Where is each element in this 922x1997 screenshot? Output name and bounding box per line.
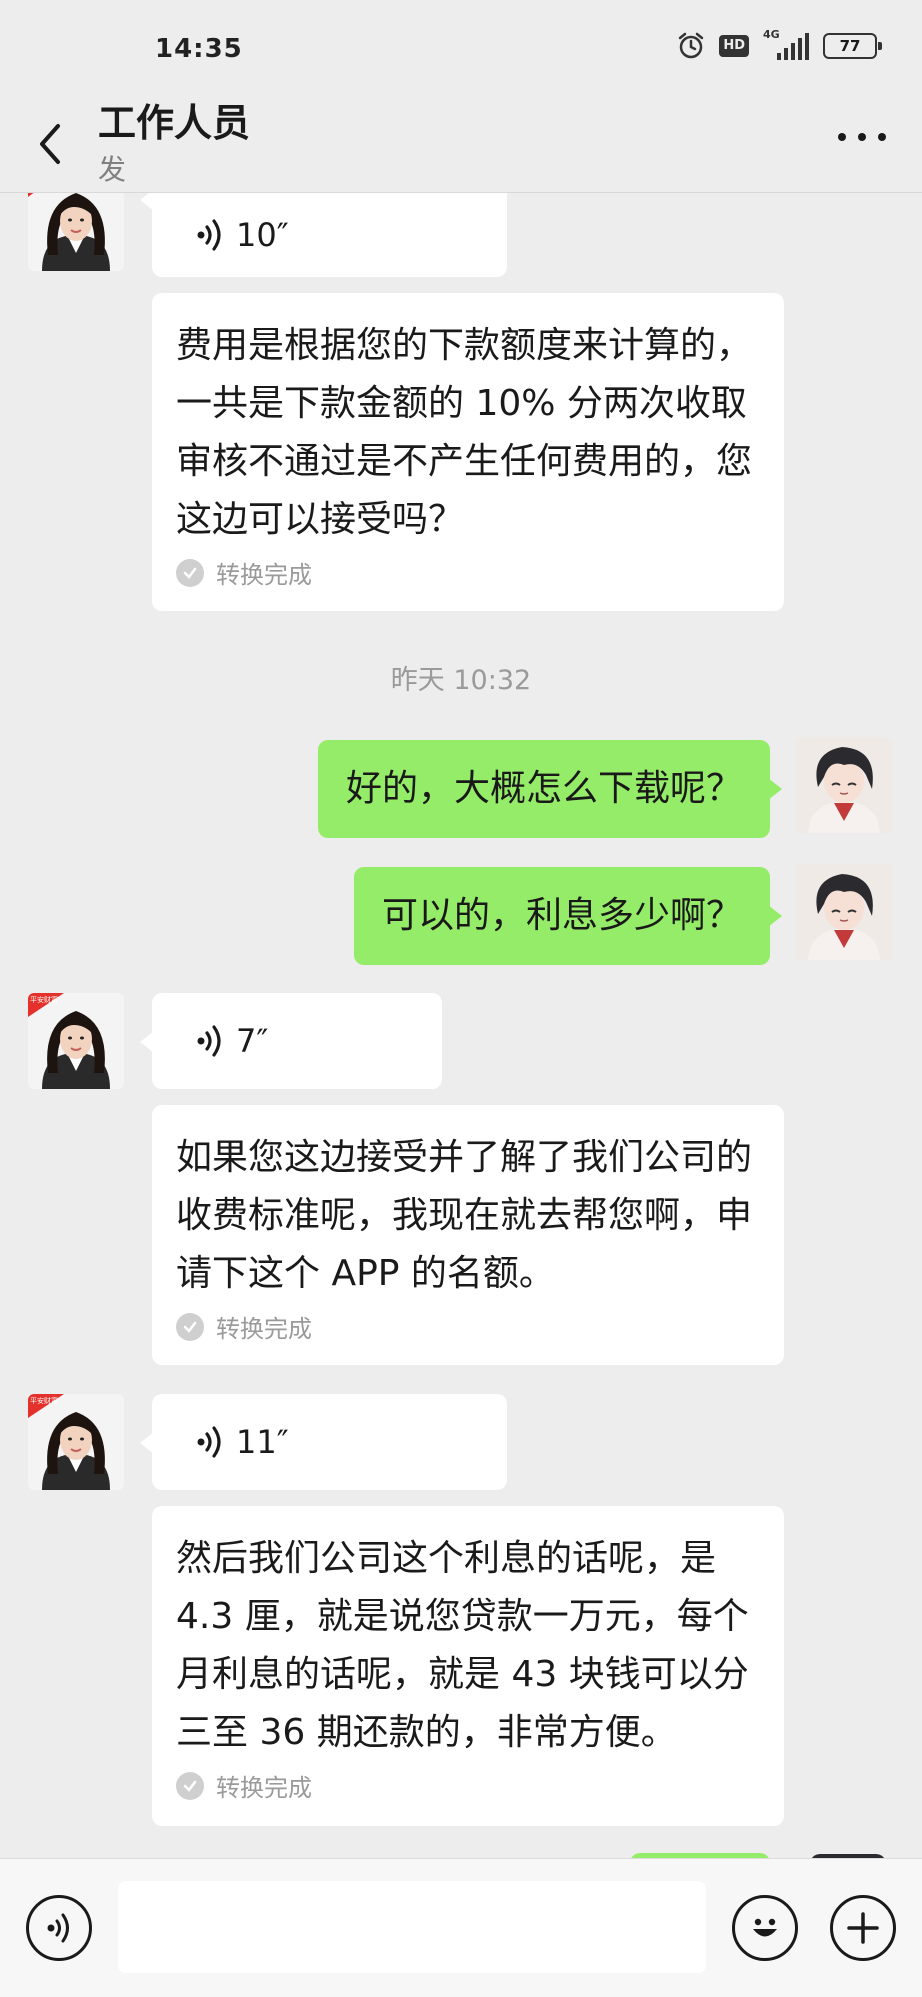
voice-wave-icon [197,219,221,251]
transcript-text: 如果您这边接受并了解了我们公司的收费标准呢，我现在就去帮您啊，申请下这个 APP… [176,1137,753,1294]
avatar[interactable]: 平安财富 [28,1394,124,1490]
transcript-status: 转换完成 [176,1309,760,1344]
voice-transcript[interactable]: 费用是根据您的下款额度来计算的，一共是下款金额的 10% 分两次收取审核不通过是… [152,293,784,611]
status-icons: HD 4G 77 [677,28,882,60]
chat-header: 工作人员 发 [0,90,922,195]
transcript-text: 费用是根据您的下款额度来计算的，一共是下款金额的 10% 分两次收取审核不通过是… [176,325,753,540]
signal-icon: 4G [763,28,809,60]
chat-subtitle: 发 [98,153,127,186]
avatar[interactable] [28,193,124,271]
avatar[interactable]: 平安财富 [28,993,124,1089]
outgoing-message[interactable]: 可以的，利息多少啊？ [353,867,783,965]
avatar-badge: 平安财富 [30,995,58,1004]
status-time: 14:35 [155,34,243,64]
plus-icon [847,1912,879,1944]
voice-message[interactable]: 7″ [140,993,442,1089]
transcript-status-label: 转换完成 [216,1315,312,1343]
voice-message[interactable]: 10″ [140,193,507,277]
alarm-icon [679,32,704,59]
check-icon [176,558,204,587]
input-bar [0,1858,922,1997]
network-label: 4G [763,28,780,41]
message-input[interactable] [118,1881,706,1973]
back-icon[interactable] [30,114,70,174]
voice-transcript[interactable]: 然后我们公司这个利息的话呢，是 4.3 厘，就是说您贷款一万元，每个月利息的话呢… [152,1506,784,1826]
chat-title: 工作人员 [98,101,251,145]
outgoing-message[interactable]: 好的，大概怎么下载呢？ [317,740,783,838]
emoji-button[interactable] [732,1895,798,1961]
battery-level: 77 [839,37,861,55]
status-bar: 14:35 HD 4G 77 [0,0,922,90]
voice-message[interactable]: 11″ [140,1394,507,1490]
check-icon [176,1312,204,1341]
more-icon[interactable] [838,130,886,144]
timestamp: 昨天 10:32 [390,665,532,696]
battery-icon: 77 [823,33,882,59]
voice-duration: 7″ [236,1022,269,1060]
voice-wave-icon [197,1426,221,1458]
transcript-status: 转换完成 [176,555,760,590]
transcript-status: 转换完成 [176,1768,760,1803]
hd-icon: HD [719,35,749,57]
emoji-icon [753,1918,777,1937]
voice-transcript[interactable]: 如果您这边接受并了解了我们公司的收费标准呢，我现在就去帮您啊，申请下这个 APP… [152,1105,784,1365]
more-functions-button[interactable] [830,1895,896,1961]
transcript-status-label: 转换完成 [216,561,312,589]
my-avatar[interactable] [796,864,892,960]
voice-input-icon [47,1913,69,1943]
voice-wave-icon [197,1025,221,1057]
transcript-status-label: 转换完成 [216,1774,312,1802]
voice-input-button[interactable] [26,1895,92,1961]
my-avatar[interactable] [796,737,892,833]
voice-duration: 11″ [236,1423,289,1461]
voice-duration: 10″ [236,216,289,254]
transcript-text: 然后我们公司这个利息的话呢，是 4.3 厘，就是说您贷款一万元，每个月利息的话呢… [176,1538,749,1753]
chat-messages[interactable]: 10″ 费用是根据您的下款额度来计算的，一共是下款金额的 10% 分两次收取审核… [0,193,922,1858]
avatar-badge: 平安财富 [30,1396,58,1405]
check-icon [176,1771,204,1800]
